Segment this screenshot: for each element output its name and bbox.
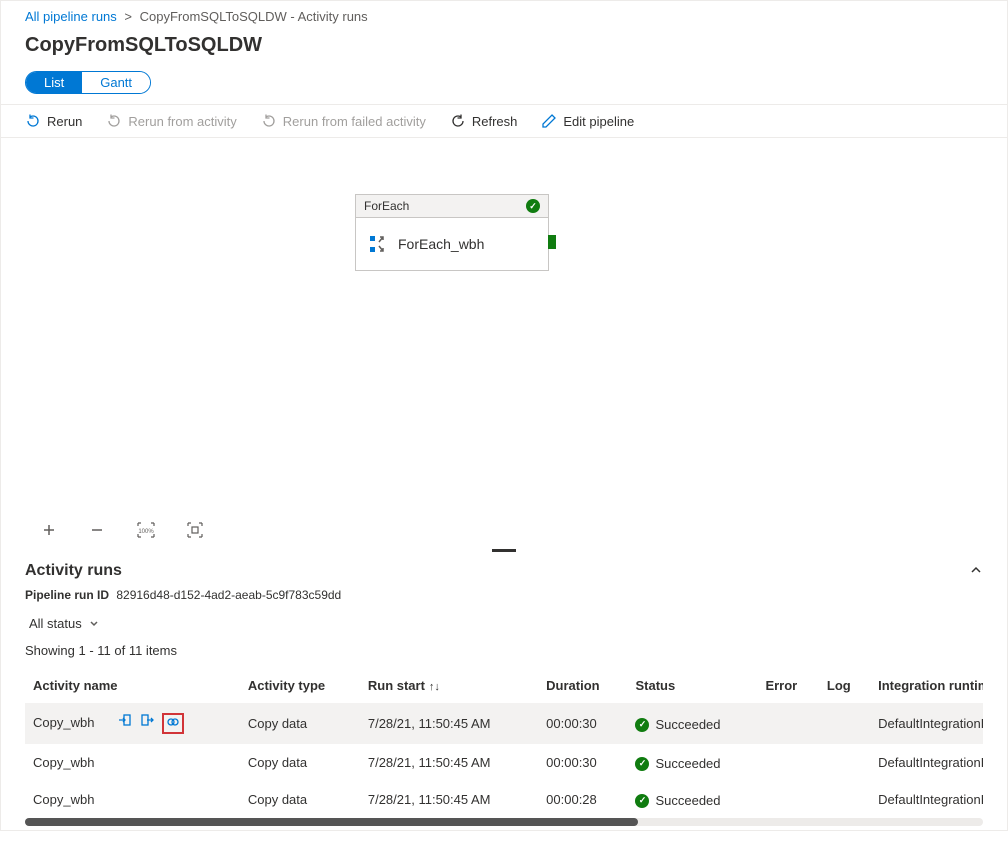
showing-counter: Showing 1 - 11 of 11 items bbox=[25, 643, 983, 668]
toolbar: Rerun Rerun from activity Rerun from fai… bbox=[1, 104, 1007, 138]
rerun-activity-button: Rerun from activity bbox=[106, 113, 236, 129]
row-status: Succeeded bbox=[655, 717, 720, 732]
row-name: Copy_wbh bbox=[25, 744, 240, 781]
edit-label: Edit pipeline bbox=[563, 114, 634, 129]
col-activity-type[interactable]: Activity type bbox=[240, 668, 360, 703]
row-error bbox=[757, 744, 818, 781]
svg-text:100%: 100% bbox=[138, 529, 154, 535]
foreach-node-type: ForEach bbox=[364, 199, 409, 213]
rerun-label: Rerun bbox=[47, 114, 82, 129]
row-type: Copy data bbox=[240, 781, 360, 818]
refresh-label: Refresh bbox=[472, 114, 518, 129]
breadcrumb-current: CopyFromSQLToSQLDW - Activity runs bbox=[140, 9, 368, 24]
pipeline-canvas[interactable]: ForEach ForEach_wbh 100% bbox=[1, 138, 1007, 546]
row-log bbox=[819, 703, 870, 744]
foreach-icon bbox=[368, 234, 388, 254]
rerun-failed-label: Rerun from failed activity bbox=[283, 114, 426, 129]
row-type: Copy data bbox=[240, 744, 360, 781]
row-type: Copy data bbox=[240, 703, 360, 744]
breadcrumb: All pipeline runs > CopyFromSQLToSQLDW -… bbox=[1, 1, 1007, 28]
table-row[interactable]: Copy_wbh Copy data 7/28/21, 11:50:45 AM … bbox=[25, 781, 983, 818]
col-activity-name[interactable]: Activity name bbox=[25, 668, 240, 703]
canvas-toolbar: 100% bbox=[41, 522, 203, 538]
chevron-down-icon bbox=[88, 618, 100, 630]
tab-list[interactable]: List bbox=[26, 72, 82, 93]
runid-label: Pipeline run ID bbox=[25, 588, 109, 602]
input-icon[interactable] bbox=[118, 713, 132, 734]
foreach-node-body: ForEach_wbh bbox=[356, 218, 548, 270]
row-duration: 00:00:28 bbox=[538, 781, 627, 818]
row-duration: 00:00:30 bbox=[538, 744, 627, 781]
row-integration: DefaultIntegrationRuntime bbox=[870, 781, 983, 818]
col-log[interactable]: Log bbox=[819, 668, 870, 703]
rerun-activity-label: Rerun from activity bbox=[128, 114, 236, 129]
collapse-button[interactable] bbox=[969, 563, 983, 580]
success-icon bbox=[635, 757, 649, 771]
rerun-failed-icon bbox=[261, 113, 277, 129]
success-icon bbox=[635, 718, 649, 732]
status-filter-label: All status bbox=[29, 616, 82, 631]
refresh-button[interactable]: Refresh bbox=[450, 113, 518, 129]
row-start: 7/28/21, 11:50:45 AM bbox=[360, 781, 538, 818]
tab-gantt[interactable]: Gantt bbox=[82, 72, 150, 93]
row-integration: DefaultIntegrationRuntime bbox=[870, 703, 983, 744]
foreach-node[interactable]: ForEach ForEach_wbh bbox=[355, 194, 549, 271]
activity-runs-table: Activity name Activity type Run start↑↓ … bbox=[25, 668, 983, 818]
success-icon bbox=[635, 794, 649, 808]
success-icon bbox=[526, 199, 540, 213]
sort-icon: ↑↓ bbox=[429, 681, 440, 693]
pencil-icon bbox=[541, 113, 557, 129]
row-error bbox=[757, 781, 818, 818]
row-integration: DefaultIntegrationRuntime bbox=[870, 744, 983, 781]
activity-runs-heading: Activity runs bbox=[25, 562, 122, 580]
row-duration: 00:00:30 bbox=[538, 703, 627, 744]
col-error[interactable]: Error bbox=[757, 668, 818, 703]
table-row[interactable]: Copy_wbh Copy data 7/28/21, 11:50:45 AM … bbox=[25, 703, 983, 744]
breadcrumb-root-link[interactable]: All pipeline runs bbox=[25, 9, 117, 24]
col-status[interactable]: Status bbox=[627, 668, 757, 703]
row-log bbox=[819, 744, 870, 781]
chevron-up-icon bbox=[969, 563, 983, 577]
node-connector[interactable] bbox=[548, 235, 556, 249]
zoom-fit-icon[interactable] bbox=[187, 522, 203, 538]
col-run-start[interactable]: Run start↑↓ bbox=[360, 668, 538, 703]
status-filter-dropdown[interactable]: All status bbox=[25, 614, 104, 633]
horizontal-scrollbar[interactable] bbox=[25, 818, 983, 828]
row-log bbox=[819, 781, 870, 818]
activity-runs-section: Activity runs Pipeline run ID 82916d48-d… bbox=[1, 546, 1007, 818]
runid-value: 82916d48-d152-4ad2-aeab-5c9f783c59dd bbox=[116, 588, 341, 602]
row-status: Succeeded bbox=[655, 793, 720, 808]
details-icon[interactable] bbox=[162, 713, 184, 734]
rerun-failed-button: Rerun from failed activity bbox=[261, 113, 426, 129]
col-integration[interactable]: Integration runtime bbox=[870, 668, 983, 703]
zoom-in-icon[interactable] bbox=[41, 522, 57, 538]
table-row[interactable]: Copy_wbh Copy data 7/28/21, 11:50:45 AM … bbox=[25, 744, 983, 781]
page-title: CopyFromSQLToSQLDW bbox=[1, 28, 1007, 71]
output-icon[interactable] bbox=[140, 713, 154, 734]
zoom-100-icon[interactable]: 100% bbox=[137, 522, 155, 538]
rerun-activity-icon bbox=[106, 113, 122, 129]
row-error bbox=[757, 703, 818, 744]
foreach-node-name: ForEach_wbh bbox=[398, 236, 484, 252]
breadcrumb-sep: > bbox=[124, 9, 132, 24]
zoom-out-icon[interactable] bbox=[89, 522, 105, 538]
row-name: Copy_wbh bbox=[33, 715, 94, 730]
row-status: Succeeded bbox=[655, 756, 720, 771]
row-start: 7/28/21, 11:50:45 AM bbox=[360, 744, 538, 781]
refresh-icon bbox=[450, 113, 466, 129]
rerun-button[interactable]: Rerun bbox=[25, 113, 82, 129]
rerun-icon bbox=[25, 113, 41, 129]
view-tabs: List Gantt bbox=[1, 71, 1007, 104]
edit-pipeline-button[interactable]: Edit pipeline bbox=[541, 113, 634, 129]
foreach-node-header: ForEach bbox=[356, 195, 548, 218]
col-duration[interactable]: Duration bbox=[538, 668, 627, 703]
pipeline-run-id: Pipeline run ID 82916d48-d152-4ad2-aeab-… bbox=[25, 588, 983, 614]
row-name: Copy_wbh bbox=[25, 781, 240, 818]
row-start: 7/28/21, 11:50:45 AM bbox=[360, 703, 538, 744]
view-toggle: List Gantt bbox=[25, 71, 151, 94]
table-scroll[interactable]: Activity name Activity type Run start↑↓ … bbox=[25, 668, 983, 818]
